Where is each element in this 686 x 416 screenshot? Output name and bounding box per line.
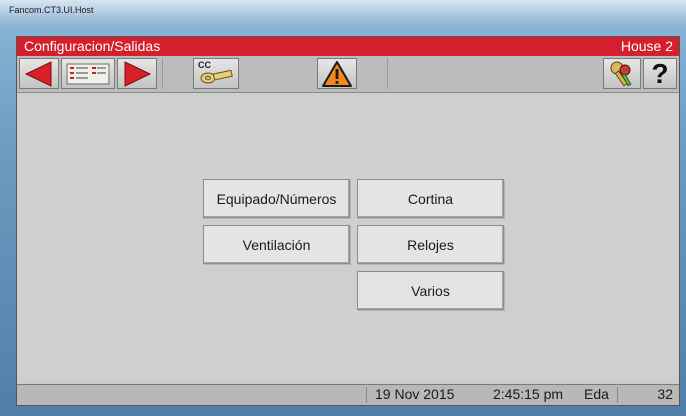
help-button[interactable]: ? [643,58,677,89]
keys-icon [610,61,632,86]
status-divider [617,387,618,403]
house-label: House 2 [620,38,673,54]
toolbar-divider [387,58,388,89]
help-label: ? [651,57,669,89]
list-view-icon [66,63,110,84]
right-arrow-icon [124,60,152,87]
menu-button-label: Cortina [407,190,454,207]
status-divider [366,387,367,403]
menu-button-label: Equipado/Números [216,190,337,207]
window-titlebar[interactable]: Fancom.CT3.UI.Host [0,0,686,26]
menu-button-label: Ventilación [242,236,311,253]
key-shape [200,69,233,83]
status-time: 2:45:15 pm [493,386,564,402]
toolbar: CC ? [17,56,679,93]
status-date: 19 Nov 2015 [375,386,455,402]
menu-button-label: Varios [411,282,450,299]
relojes-button[interactable]: Relojes [357,225,504,264]
ventilacion-button[interactable]: Ventilación [203,225,350,264]
main-content: Equipado/Números Cortina Ventilación Rel… [17,93,679,383]
cortina-button[interactable]: Cortina [357,179,504,218]
status-user: Eda [584,386,609,402]
alarm-button[interactable] [317,58,357,89]
page-title: Configuracion/Salidas [24,38,161,54]
previous-button[interactable] [19,58,59,89]
app-client-area: Configuracion/Salidas House 2 CC ? Equip… [16,36,680,406]
varios-button[interactable]: Varios [357,271,504,310]
menu-button-label: Relojes [407,236,454,253]
left-arrow-icon [24,60,52,87]
warning-icon [322,60,352,87]
status-day: 32 [657,386,673,402]
equipado-numeros-button[interactable]: Equipado/Números [203,179,350,218]
app-window: Fancom.CT3.UI.Host Configuracion/Salidas… [0,0,686,416]
cc-key-icon: CC [196,60,236,88]
toolbar-divider [162,58,163,89]
status-bar: 19 Nov 2015 2:45:15 pm Eda 32 [17,384,679,405]
login-button[interactable] [603,58,641,89]
screen-header: Configuracion/Salidas House 2 [17,37,679,56]
window-title: Fancom.CT3.UI.Host [9,5,94,15]
overview-button[interactable] [61,58,115,89]
cc-key-button[interactable]: CC [193,58,239,89]
next-button[interactable] [117,58,157,89]
